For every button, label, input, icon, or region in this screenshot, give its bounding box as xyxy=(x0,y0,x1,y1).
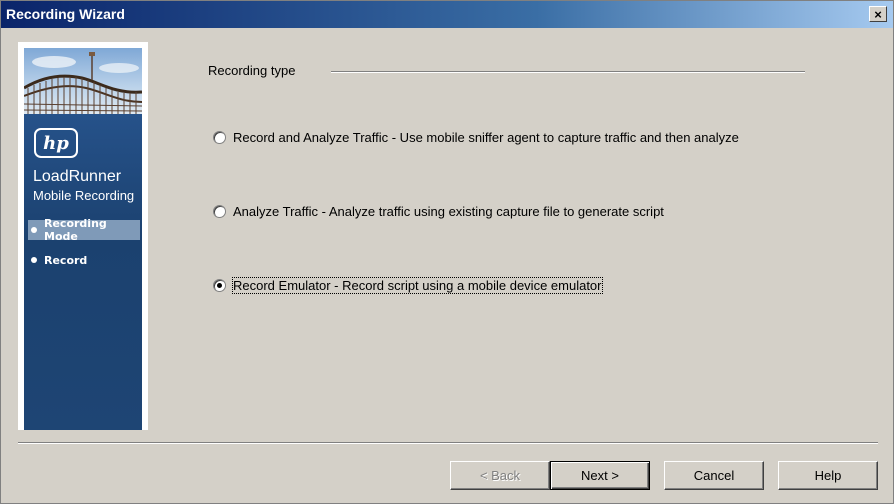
recording-wizard-window: Recording Wizard × hp LoadRunner Mobile … xyxy=(0,0,894,504)
bullet-icon xyxy=(31,227,37,233)
recording-type-label: Recording type xyxy=(208,63,296,78)
option-label[interactable]: Analyze Traffic - Analyze traffic using … xyxy=(233,204,664,219)
close-icon: × xyxy=(874,6,882,22)
option-record-and-analyze[interactable]: Record and Analyze Traffic - Use mobile … xyxy=(213,130,739,145)
close-button[interactable]: × xyxy=(869,6,887,22)
radio-button-selected[interactable] xyxy=(213,279,226,292)
product-subtitle: Mobile Recording xyxy=(33,188,135,203)
wizard-banner: hp LoadRunner Mobile Recording Recording… xyxy=(18,42,148,430)
cancel-button[interactable]: Cancel xyxy=(664,461,764,490)
hp-logo: hp xyxy=(34,128,78,158)
option-label[interactable]: Record and Analyze Traffic - Use mobile … xyxy=(233,130,739,145)
back-button[interactable]: < Back xyxy=(450,461,550,490)
radio-button[interactable] xyxy=(213,131,226,144)
group-divider xyxy=(331,71,805,73)
help-button[interactable]: Help xyxy=(778,461,878,490)
next-button[interactable]: Next > xyxy=(550,461,650,490)
banner-panel: hp LoadRunner Mobile Recording Recording… xyxy=(24,114,142,430)
option-analyze-traffic[interactable]: Analyze Traffic - Analyze traffic using … xyxy=(213,204,664,219)
banner-photo xyxy=(24,48,142,114)
option-label[interactable]: Record Emulator - Record script using a … xyxy=(232,277,603,294)
step-label: Recording Mode xyxy=(44,217,107,243)
title-bar[interactable]: Recording Wizard × xyxy=(1,1,893,28)
step-record: Record xyxy=(28,250,140,270)
bullet-icon xyxy=(31,257,37,263)
roller-coaster-image xyxy=(24,48,142,114)
product-name: LoadRunner xyxy=(33,168,122,185)
window-title: Recording Wizard xyxy=(6,6,125,22)
step-label: Record xyxy=(44,253,88,267)
option-record-emulator[interactable]: Record Emulator - Record script using a … xyxy=(213,277,603,294)
footer-divider xyxy=(18,442,878,444)
radio-button[interactable] xyxy=(213,205,226,218)
step-recording-mode: Recording Mode xyxy=(28,217,140,243)
